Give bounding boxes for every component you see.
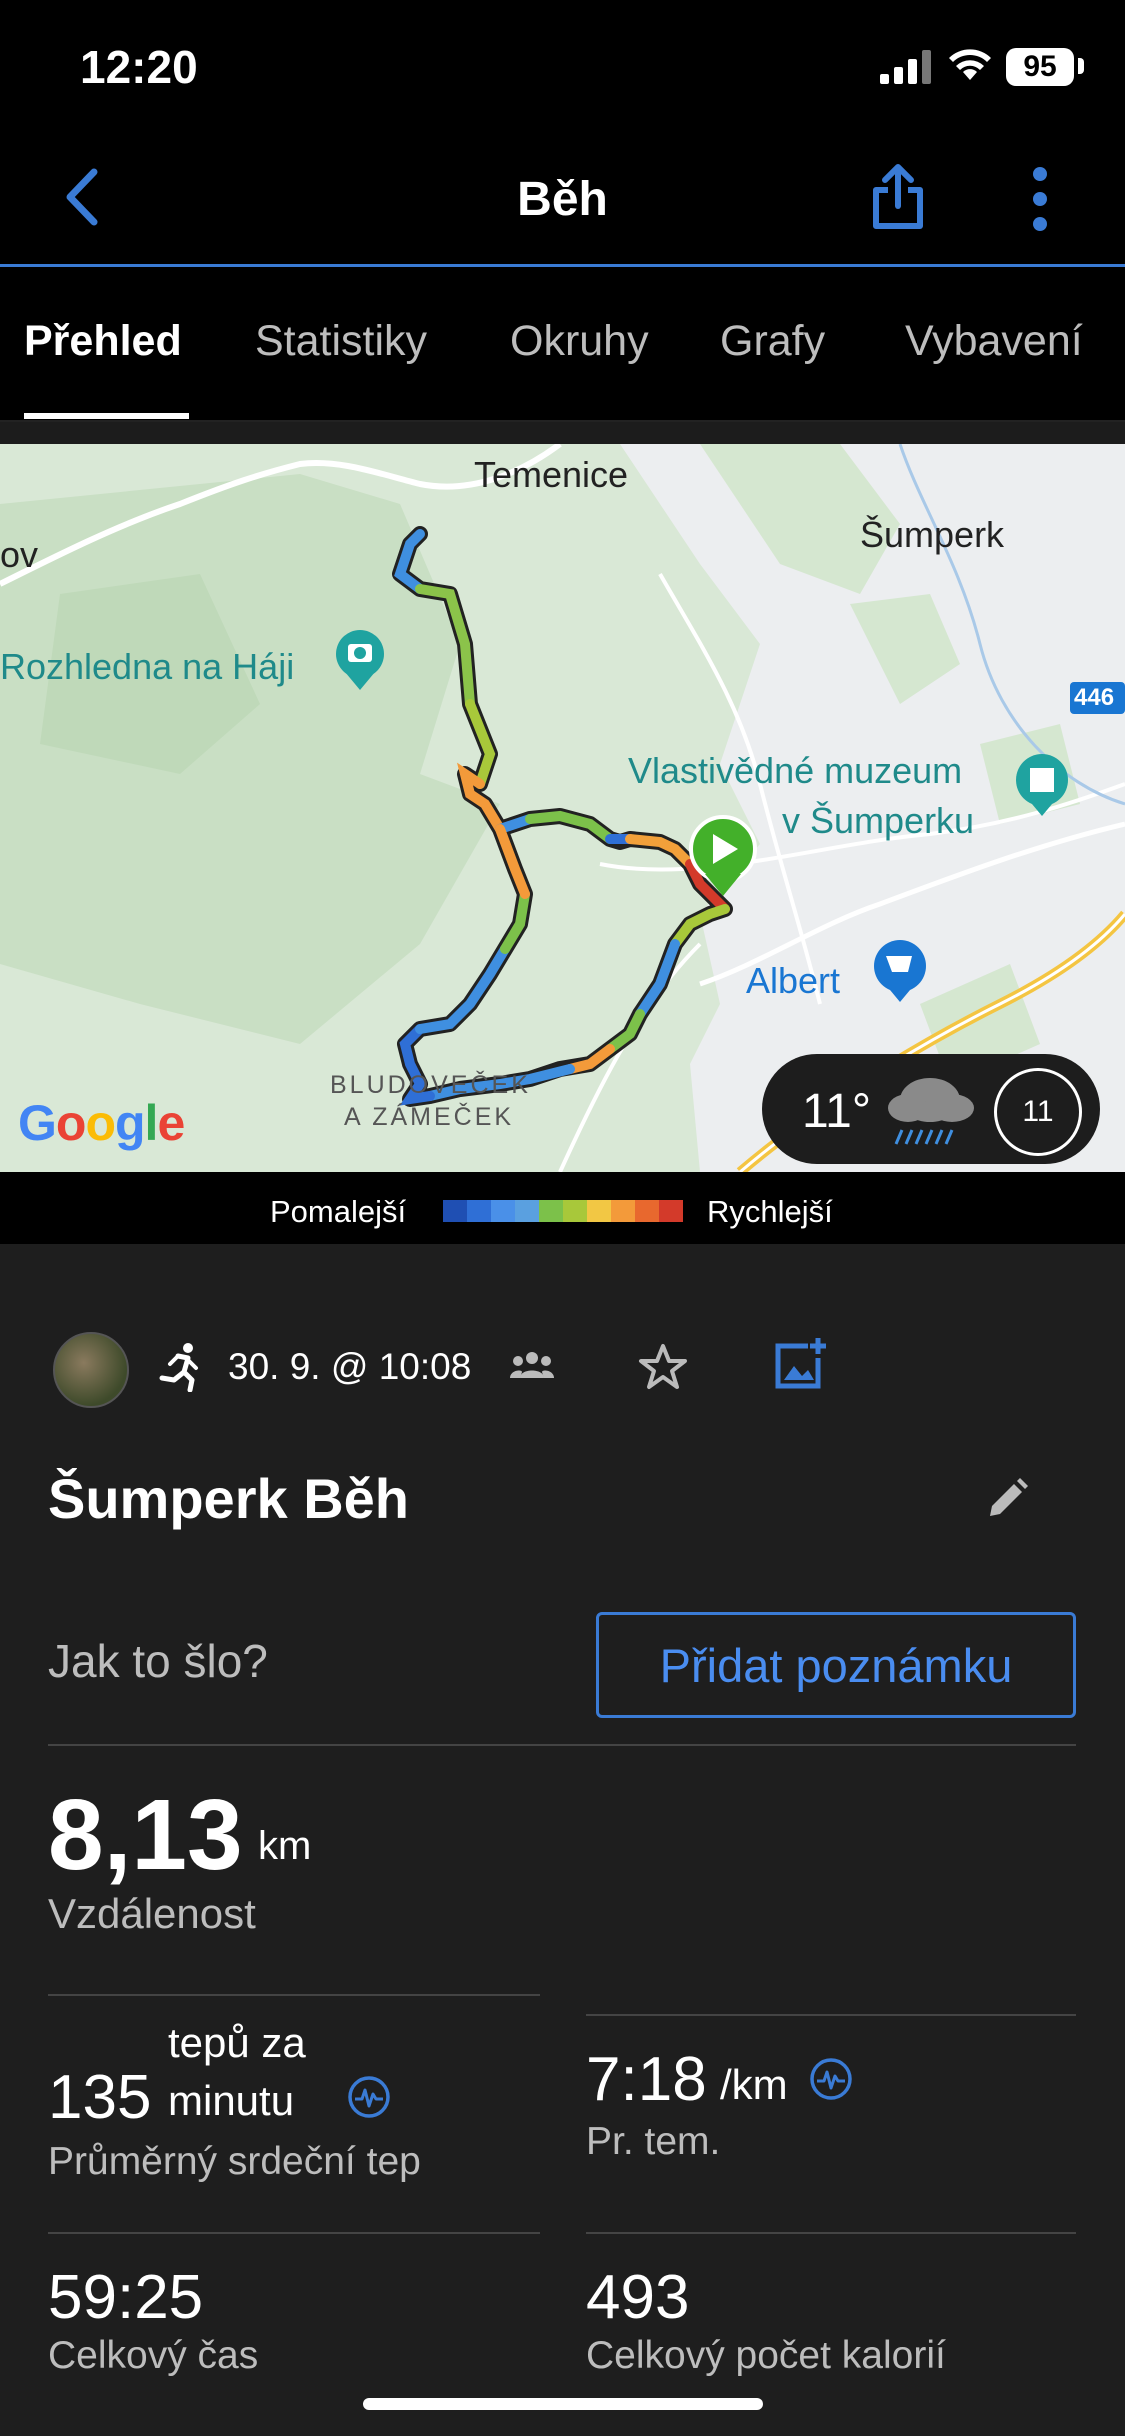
people-icon[interactable] <box>510 1350 554 1380</box>
wifi-icon <box>949 49 991 80</box>
heart-rate-unit-2: minutu <box>168 2077 295 2124</box>
activity-detail-panel: 30. 9. @ 10:08 Šumperk Běh Jak to šlo? P… <box>0 1244 1125 2436</box>
heart-rate-unit-1: tepů za <box>168 2019 306 2066</box>
legend-swatch-6 <box>587 1200 611 1222</box>
tab-vybaveni[interactable]: Vybavení <box>905 317 1083 366</box>
map-label-muzeum-1: Vlastivědné muzeum <box>628 750 963 791</box>
total-time-value: 59:25 <box>48 2263 204 2332</box>
map-label-edge: ov <box>0 534 39 575</box>
favorite-star-icon[interactable] <box>638 1342 688 1392</box>
distance-label: Vzdálenost <box>48 1890 256 1937</box>
how-did-it-go-label: Jak to šlo? <box>48 1635 268 1687</box>
page-title: Běh <box>517 173 608 226</box>
tab-statistiky[interactable]: Statistiky <box>255 317 427 366</box>
divider <box>0 422 1125 444</box>
legend-swatch-5 <box>563 1200 587 1222</box>
status-bar: 12:20 95 <box>0 0 1125 134</box>
legend-swatch-1 <box>467 1200 491 1222</box>
distance-unit: km <box>258 1824 312 1868</box>
tab-okruhy[interactable]: Okruhy <box>510 317 649 366</box>
pace-value: 7:18 <box>586 2045 707 2114</box>
route-map[interactable]: Temenice Šumperk ov Rozhledna na Háji Vl… <box>0 444 1125 1172</box>
distance-value: 8,13 <box>48 1779 243 1891</box>
edit-pencil-icon[interactable] <box>984 1476 1030 1522</box>
rain-cloud-icon <box>888 1078 974 1145</box>
divider <box>586 2232 1076 2234</box>
calories-value: 493 <box>586 2263 690 2332</box>
tab-grafy[interactable]: Grafy <box>720 317 825 366</box>
share-icon[interactable] <box>868 162 928 232</box>
pace-label: Pr. tem. <box>586 2120 721 2163</box>
total-time-label: Celkový čas <box>48 2334 259 2377</box>
map-label-bludovecek-2: A ZÁMEČEK <box>344 1103 515 1131</box>
map-label-bludovecek-1: BLUDOVEČEK <box>330 1071 531 1099</box>
map-label-albert: Albert <box>746 960 841 1001</box>
legend-faster-label: Rychlejší <box>707 1194 833 1229</box>
map-label-rozhledna: Rozhledna na Háji <box>0 646 295 687</box>
nav-bar: Běh <box>0 134 1125 267</box>
legend-swatch-4 <box>539 1200 563 1222</box>
active-tab-indicator <box>24 413 189 419</box>
weather-badge[interactable]: 11° 11 <box>762 1054 1100 1164</box>
battery-tip <box>1078 58 1084 74</box>
legend-swatch-7 <box>611 1200 635 1222</box>
legend-swatch-8 <box>635 1200 659 1222</box>
heart-rate-label: Průměrný srdeční tep <box>48 2140 421 2183</box>
legend-swatch-9 <box>659 1200 683 1222</box>
road-number-badge: 446 <box>1074 684 1115 711</box>
activity-date: 30. 9. @ 10:08 <box>228 1346 472 1387</box>
more-vertical-icon[interactable] <box>1028 166 1052 232</box>
tab-prehled[interactable]: Přehled <box>24 317 182 366</box>
cellular-signal-icon <box>880 50 931 84</box>
pace-unit: /km <box>720 2061 788 2108</box>
add-photo-icon[interactable] <box>772 1336 828 1392</box>
legend-swatch-3 <box>515 1200 539 1222</box>
add-note-button[interactable]: Přidat poznámku <box>596 1612 1076 1718</box>
heart-rate-sensor-icon <box>348 2076 390 2118</box>
legend-swatch-0 <box>443 1200 467 1222</box>
weather-temp: 11° <box>802 1085 872 1138</box>
map-label-muzeum-2: v Šumperku <box>782 800 975 841</box>
moon-phase-icon: 11 <box>994 1068 1082 1156</box>
divider <box>586 2014 1076 2016</box>
activity-meta-row: 30. 9. @ 10:08 <box>0 1332 1125 1432</box>
divider <box>48 1744 1076 1746</box>
home-indicator <box>363 2398 763 2410</box>
heart-rate-sensor-icon <box>810 2058 852 2100</box>
running-icon <box>159 1343 198 1392</box>
avatar[interactable] <box>53 1332 129 1408</box>
pace-legend: Pomalejší Rychlejší <box>0 1172 1125 1244</box>
battery-indicator: 95 <box>1006 48 1074 86</box>
google-logo: Google <box>18 1095 185 1151</box>
status-time: 12:20 <box>80 41 198 93</box>
divider <box>48 2232 540 2234</box>
tab-bar: Přehled Statistiky Okruhy Grafy Vybavení <box>0 267 1125 422</box>
calories-label: Celkový počet kalorií <box>586 2334 946 2377</box>
heart-rate-value: 135 <box>48 2063 152 2132</box>
map-label-sumperk: Šumperk <box>860 514 1005 555</box>
map-label-temenice: Temenice <box>474 454 629 495</box>
divider <box>48 1994 540 1996</box>
legend-gradient-bar <box>443 1200 683 1222</box>
legend-slower-label: Pomalejší <box>270 1194 407 1229</box>
legend-swatch-2 <box>491 1200 515 1222</box>
activity-name: Šumperk Běh <box>48 1467 409 1530</box>
